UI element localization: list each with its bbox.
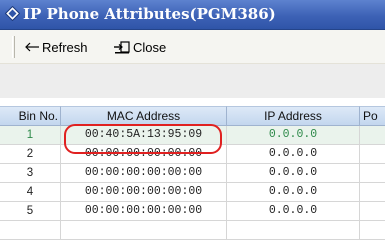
- cell-po: [360, 202, 385, 221]
- cell-ip: [227, 221, 360, 240]
- table-row[interactable]: 5 00:00:00:00:00:00 0.0.0.0: [0, 202, 385, 221]
- cell-ip: 0.0.0.0: [227, 164, 360, 183]
- cell-bin: 1: [0, 126, 61, 145]
- title-bar: IP Phone Attributes(PGM386): [0, 0, 385, 30]
- cell-mac: 00:00:00:00:00:00: [61, 183, 227, 202]
- toolbar: Refresh Close: [0, 30, 385, 64]
- cell-mac: 00:00:00:00:00:00: [61, 202, 227, 221]
- attributes-grid: Bin No. MAC Address IP Address Po 1 00:4…: [0, 98, 385, 245]
- table-row[interactable]: 4 00:00:00:00:00:00 0.0.0.0: [0, 183, 385, 202]
- window-title: IP Phone Attributes(PGM386): [23, 5, 276, 23]
- close-label: Close: [133, 40, 167, 55]
- refresh-button[interactable]: Refresh: [24, 39, 104, 57]
- table-row[interactable]: [0, 221, 385, 240]
- cell-bin: 5: [0, 202, 61, 221]
- cell-po: [360, 164, 385, 183]
- cell-bin: 3: [0, 164, 61, 183]
- cell-bin: 4: [0, 183, 61, 202]
- cell-mac: [61, 221, 227, 240]
- cell-mac: 00:00:00:00:00:00: [61, 164, 227, 183]
- mac-highlight-annotation: [64, 124, 222, 154]
- header-ip-address[interactable]: IP Address: [227, 106, 360, 126]
- cell-bin: 2: [0, 145, 61, 164]
- table-row[interactable]: 3 00:00:00:00:00:00 0.0.0.0: [0, 164, 385, 183]
- cell-ip: 0.0.0.0: [227, 183, 360, 202]
- cell-po: [360, 145, 385, 164]
- filter-band: [0, 64, 385, 98]
- refresh-icon: [25, 42, 39, 52]
- cell-ip: 0.0.0.0: [227, 126, 360, 145]
- cell-po: [360, 221, 385, 240]
- header-bin-no[interactable]: Bin No.: [0, 106, 61, 126]
- header-mac-address[interactable]: MAC Address: [61, 106, 227, 126]
- cell-ip: 0.0.0.0: [227, 145, 360, 164]
- close-door-icon: [114, 41, 130, 54]
- header-po[interactable]: Po: [360, 106, 385, 126]
- app-icon: [5, 6, 20, 21]
- cell-po: [360, 183, 385, 202]
- toolbar-grip: [12, 36, 15, 58]
- cell-bin: [0, 221, 61, 240]
- refresh-label: Refresh: [42, 40, 88, 55]
- cell-po: [360, 126, 385, 145]
- grid-header: Bin No. MAC Address IP Address Po: [0, 106, 385, 126]
- cell-ip: 0.0.0.0: [227, 202, 360, 221]
- close-button[interactable]: Close: [113, 39, 173, 57]
